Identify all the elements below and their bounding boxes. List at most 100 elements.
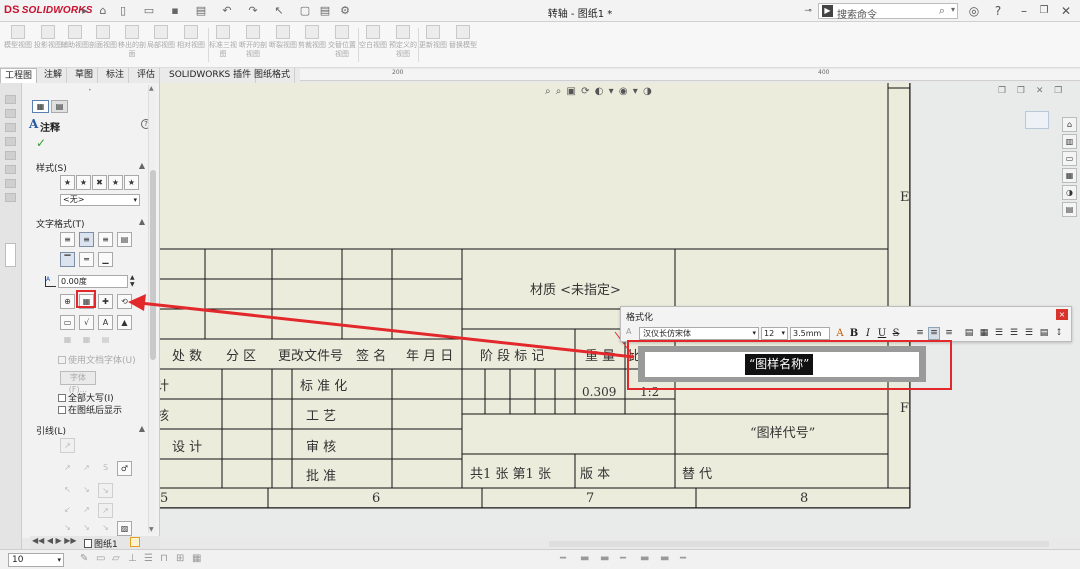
indent-icon[interactable]: ▤	[1038, 327, 1050, 340]
new-document-icon[interactable]: ▯	[116, 4, 130, 18]
collapse-icon[interactable]: ▲	[139, 161, 145, 170]
tool-icon[interactable]	[5, 165, 16, 174]
sketch-tool-icon[interactable]: ▱	[112, 553, 120, 564]
style-load-icon[interactable]: ★	[124, 175, 139, 190]
valign-bottom-icon[interactable]: ▁	[98, 252, 113, 267]
viewport-controls[interactable]: ❐ ❐ ✕ ❐	[998, 86, 1066, 96]
options-gear-icon[interactable]: ⚙	[338, 4, 352, 18]
leader-more-icon[interactable]: ↘	[60, 521, 75, 536]
sketch-tool-icon[interactable]: ▦	[192, 553, 201, 564]
ribbon-auxiliary-view[interactable]: 辅助视图	[60, 24, 90, 66]
tab-drawing[interactable]: 工程图	[0, 68, 38, 83]
stack-icon[interactable]: ▤	[963, 327, 975, 340]
leader-section-title[interactable]: 引线(L)	[36, 424, 66, 437]
leader-nearest-icon[interactable]: ↙	[60, 503, 75, 518]
layer-box[interactable]	[5, 243, 16, 267]
ribbon-section-view[interactable]: 剖面视图	[88, 24, 118, 66]
tab-sheet-format[interactable]: 图纸格式	[250, 68, 296, 83]
leader-arrow-icon[interactable]: ↗	[79, 503, 94, 518]
chevron-down-icon[interactable]: ▾	[951, 5, 955, 14]
style-save-icon[interactable]: ★	[108, 175, 123, 190]
font-height-input[interactable]: 3.5mm	[790, 327, 830, 340]
collapse-icon[interactable]: ▲	[139, 424, 145, 433]
collapse-icon[interactable]: ▲	[139, 217, 145, 226]
ribbon-replace-model[interactable]: 替换模型	[448, 24, 478, 66]
ok-check-icon[interactable]: ✓	[36, 136, 46, 150]
file-properties-icon[interactable]: ▤	[318, 4, 332, 18]
surface-finish-icon[interactable]: √	[79, 315, 94, 330]
datum-feature-icon[interactable]: A	[98, 315, 113, 330]
search-icon[interactable]: ⌕	[939, 4, 945, 18]
horizontal-scrollbar[interactable]	[549, 541, 1049, 547]
leader-middle-icon[interactable]: ↘	[79, 483, 94, 498]
leader-top-icon[interactable]: ↖	[60, 483, 75, 498]
display-behind-sheet-checkbox[interactable]: 在图纸后显示	[58, 403, 122, 416]
font-size-select[interactable]: 12 ▾	[761, 327, 788, 340]
style-section-title[interactable]: 样式(S)	[36, 161, 67, 174]
leader-none-icon[interactable]: ♂	[117, 461, 132, 476]
leader-bent-icon[interactable]: ↗	[79, 461, 94, 476]
leader-bottom-icon[interactable]: ↘	[98, 483, 113, 498]
text-format-section-title[interactable]: 文字格式(T)	[36, 217, 85, 230]
align-left-icon[interactable]: ≡	[60, 232, 75, 247]
format-icon[interactable]: ▬	[580, 553, 589, 564]
tab-solidworks-addins[interactable]: SOLIDWORKS 插件	[165, 68, 257, 83]
leader-straight-icon[interactable]: ↗	[60, 461, 75, 476]
custom-properties-icon[interactable]: ▤	[1062, 202, 1077, 217]
align-center-icon[interactable]: ≡	[928, 327, 940, 340]
align-right-icon[interactable]: ≡	[943, 327, 955, 340]
align-right-icon[interactable]: ≡	[98, 232, 113, 247]
ribbon-break-view[interactable]: 断裂视图	[268, 24, 298, 66]
leader-spline-icon[interactable]: S	[98, 461, 113, 476]
text-angle-icon[interactable]: A	[834, 327, 846, 340]
resources-icon[interactable]: ⌂	[1062, 117, 1077, 132]
help-icon[interactable]: ?	[990, 3, 1006, 19]
sheet-nav-icons[interactable]: ◀◀ ◀ ▶ ▶▶	[32, 536, 77, 545]
leader-more-icon[interactable]: ↘	[79, 521, 94, 536]
sketch-tool-icon[interactable]: ☰	[144, 553, 153, 564]
format-icon[interactable]: ▬	[640, 553, 649, 564]
valign-top-icon[interactable]: ▔	[60, 252, 75, 267]
align-center-icon[interactable]: ≡	[79, 232, 94, 247]
format-icon[interactable]: ━	[620, 553, 626, 564]
lock-symbol-icon[interactable]: ⟲	[117, 294, 132, 309]
leader-more-icon[interactable]: ↘	[98, 521, 113, 536]
align-left-icon[interactable]: ≡	[914, 327, 926, 340]
format-icon[interactable]: ━	[680, 553, 686, 564]
format-icon[interactable]: ▬	[600, 553, 609, 564]
line-spacing-icon[interactable]: ↕	[1053, 327, 1065, 340]
valign-middle-icon[interactable]: ═	[79, 252, 94, 267]
tab-sketch[interactable]: 草图	[71, 68, 99, 83]
ribbon-broken-out-section[interactable]: 断开的剖视图	[238, 24, 268, 66]
view-cube-icon[interactable]	[1025, 111, 1049, 129]
style-delete-icon[interactable]: ✖	[92, 175, 107, 190]
format-icon[interactable]: ▬	[660, 553, 669, 564]
tool-icon[interactable]	[5, 137, 16, 146]
minimize-icon[interactable]: –	[1016, 3, 1032, 19]
tab-annotation[interactable]: 注解	[40, 68, 68, 83]
scroll-up-icon[interactable]: ▲	[149, 85, 154, 92]
heads-up-view-toolbar[interactable]: ⌕ ⌕ ▣ ⟳ ◐ ▾ ◉ ▾ ◑	[545, 86, 653, 97]
ribbon-update-views[interactable]: 更新视图	[418, 24, 448, 66]
home-icon[interactable]: ⌂	[96, 4, 110, 18]
geometric-tolerance-icon[interactable]: ▭	[60, 315, 75, 330]
redo-icon[interactable]: ↷	[246, 4, 260, 18]
use-document-font-checkbox[interactable]: 使用文档字体(U)	[58, 353, 136, 366]
weld-symbol-icon[interactable]: ▲	[117, 315, 132, 330]
style-apply-icon[interactable]: ★	[60, 175, 75, 190]
style-add-icon[interactable]: ★	[76, 175, 91, 190]
pm-scrollbar[interactable]: ▲ ▼	[148, 85, 156, 533]
tool-icon[interactable]	[5, 193, 16, 202]
font-button[interactable]: 字体(F)...	[60, 371, 96, 394]
tool-icon[interactable]	[5, 123, 16, 132]
angle-input[interactable]: 0.00度	[58, 275, 128, 288]
add-symbol-icon[interactable]: ✚	[98, 294, 113, 309]
user-icon[interactable]: ◎	[966, 3, 982, 19]
ribbon-projected-view[interactable]: 投影视图	[33, 24, 63, 66]
angle-spinner[interactable]: ▲ ▼	[130, 274, 135, 288]
bullet-list-icon[interactable]: ☰	[1023, 327, 1035, 340]
tool-icon[interactable]	[5, 151, 16, 160]
ribbon-model-view[interactable]: 模型视图	[3, 24, 33, 66]
justify-icon[interactable]: ▤	[117, 232, 132, 247]
sketch-tool-icon[interactable]: ✎	[80, 553, 88, 564]
